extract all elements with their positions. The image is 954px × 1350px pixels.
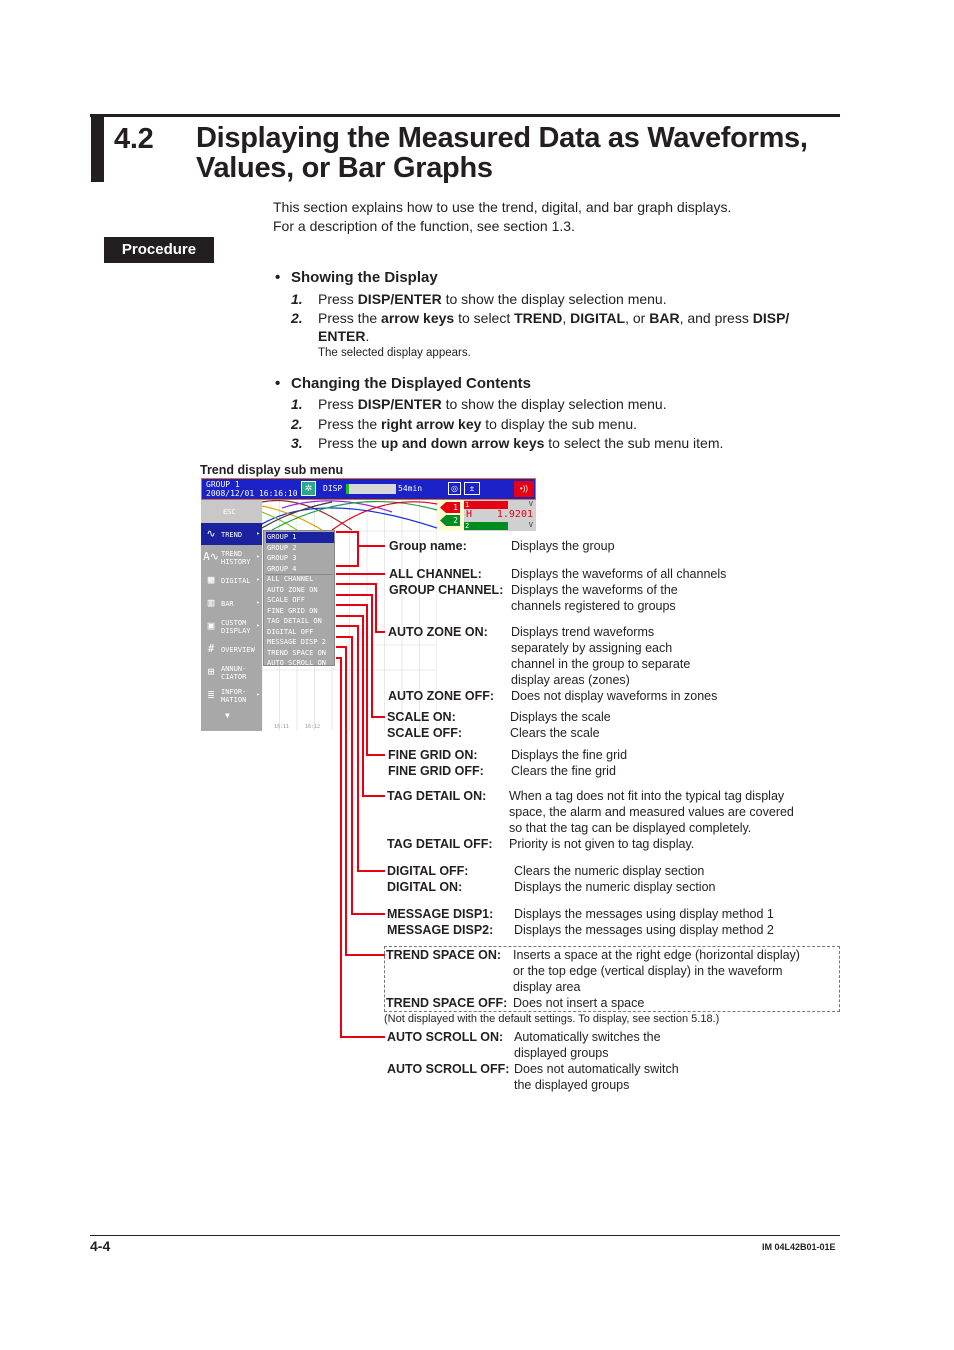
callout-description: Displays the waveforms of all channels bbox=[511, 567, 727, 581]
callout-label: AUTO SCROLL OFF: bbox=[387, 1062, 510, 1076]
connector-digital bbox=[336, 625, 385, 872]
callout-description: the displayed groups bbox=[514, 1078, 630, 1092]
callout-description: Priority is not given to tag display. bbox=[509, 837, 695, 851]
callout-label: AUTO SCROLL ON: bbox=[387, 1030, 504, 1044]
connector-tag-detail bbox=[336, 615, 385, 797]
callout-description: separately by assigning each bbox=[511, 641, 673, 655]
callout-label: DIGITAL ON: bbox=[387, 880, 463, 894]
callout-description: Displays the messages using display meth… bbox=[514, 907, 774, 921]
connector-fine-grid bbox=[336, 604, 385, 756]
callout-description: Displays the waveforms of the bbox=[511, 583, 678, 597]
callout-description: Displays the fine grid bbox=[511, 748, 628, 762]
connector-auto-zone bbox=[336, 583, 385, 633]
connector-group-name bbox=[336, 531, 359, 567]
trend-space-note: (Not displayed with the default settings… bbox=[384, 1013, 720, 1025]
callout-label: DIGITAL OFF: bbox=[387, 864, 469, 878]
connector-auto-scroll bbox=[336, 657, 385, 1038]
callout-label: SCALE ON: bbox=[387, 710, 456, 724]
callout-description: display areas (zones) bbox=[511, 673, 630, 687]
callout-description: Clears the scale bbox=[510, 726, 600, 740]
callout-description: Displays the numeric display section bbox=[514, 880, 716, 894]
trend-space-box bbox=[384, 946, 840, 1012]
callout-label: MESSAGE DISP1: bbox=[387, 907, 494, 921]
connector-scale bbox=[336, 594, 385, 718]
callout-label: FINE GRID ON: bbox=[388, 748, 478, 762]
callout-description: Displays the messages using display meth… bbox=[514, 923, 774, 937]
callout-description: Does not automatically switch bbox=[514, 1062, 679, 1076]
callout-connectors bbox=[336, 531, 385, 1038]
callout-description: so that the tag can be displayed complet… bbox=[509, 821, 752, 835]
callout-description: Displays the group bbox=[511, 539, 615, 553]
callout-label: AUTO ZONE OFF: bbox=[388, 689, 495, 703]
callout-label: TAG DETAIL OFF: bbox=[387, 837, 493, 851]
callout-description: When a tag does not fit into the typical… bbox=[509, 789, 785, 803]
callout-label: ALL CHANNEL: bbox=[389, 567, 482, 581]
document-id: IM 04L42B01-01E bbox=[762, 1242, 836, 1252]
callout-description: displayed groups bbox=[514, 1046, 609, 1060]
page-number: 4-4 bbox=[90, 1238, 111, 1254]
callout-label: SCALE OFF: bbox=[387, 726, 462, 740]
callout-description: Displays trend waveforms bbox=[511, 625, 655, 639]
connector-message-disp bbox=[336, 636, 385, 915]
bottom-rule bbox=[90, 1235, 840, 1236]
callout-description: channel in the group to separate bbox=[511, 657, 691, 671]
callout-label: MESSAGE DISP2: bbox=[387, 923, 494, 937]
callout-label: AUTO ZONE ON: bbox=[388, 625, 488, 639]
callout-description: Clears the fine grid bbox=[511, 764, 616, 778]
callout-description: Displays the scale bbox=[510, 710, 611, 724]
callout-label: Group name: bbox=[389, 539, 467, 553]
callout-label: GROUP CHANNEL: bbox=[389, 583, 504, 597]
callout-description: Does not display waveforms in zones bbox=[511, 689, 718, 703]
callout-description: space, the alarm and measured values are… bbox=[509, 805, 794, 819]
callout-description: Automatically switches the bbox=[514, 1030, 661, 1044]
callout-description: channels registered to groups bbox=[511, 599, 676, 613]
callout-label: TAG DETAIL ON: bbox=[387, 789, 487, 803]
callout-description: Clears the numeric display section bbox=[514, 864, 705, 878]
connector-trend-space bbox=[336, 646, 385, 956]
callout-label: FINE GRID OFF: bbox=[388, 764, 484, 778]
